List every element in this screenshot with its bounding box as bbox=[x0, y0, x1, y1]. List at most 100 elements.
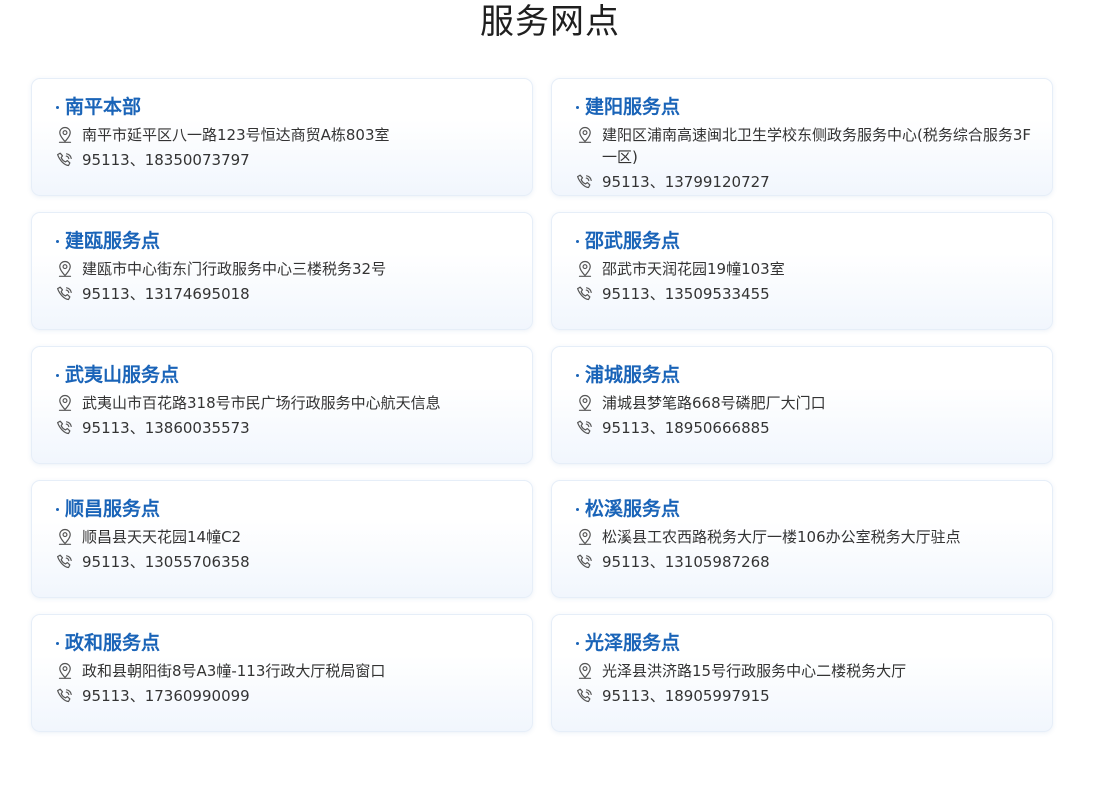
location-pin-icon bbox=[576, 528, 594, 546]
phone-text: 95113、13055706358 bbox=[82, 553, 250, 571]
address-text: 浦城县梦笔路668号磷肥厂大门口 bbox=[602, 394, 826, 412]
phone-row: 95113、13105987268 bbox=[576, 551, 1040, 573]
service-point-title: 建瓯服务点 bbox=[56, 228, 520, 254]
address-text: 武夷山市百花路318号市民广场行政服务中心航天信息 bbox=[82, 394, 441, 412]
phone-text: 95113、18950666885 bbox=[602, 419, 770, 437]
phone-row: 95113、13860035573 bbox=[56, 417, 520, 439]
bullet-dot bbox=[56, 105, 59, 109]
location-pin-icon bbox=[56, 126, 74, 144]
service-point-name: 浦城服务点 bbox=[585, 364, 681, 386]
address-text: 顺昌县天天花园14幢C2 bbox=[82, 528, 242, 546]
service-point-card[interactable]: 顺昌服务点 顺昌县天天花园14幢C2 95113、13055706358 bbox=[31, 480, 533, 598]
service-point-name: 邵武服务点 bbox=[585, 230, 681, 252]
service-point-name: 松溪服务点 bbox=[585, 498, 681, 520]
address-row: 建阳区浦南高速闽北卫生学校东侧政务服务中心(税务综合服务3F一区) bbox=[576, 124, 1040, 168]
bullet-dot bbox=[576, 373, 579, 377]
service-point-title: 武夷山服务点 bbox=[56, 362, 520, 388]
phone-text: 95113、13174695018 bbox=[82, 285, 250, 303]
phone-call-icon bbox=[576, 553, 594, 571]
service-point-card[interactable]: 松溪服务点 松溪县工农西路税务大厅一楼106办公室税务大厅驻点 95113、13… bbox=[551, 480, 1053, 598]
phone-text: 95113、18350073797 bbox=[82, 151, 250, 169]
phone-call-icon bbox=[56, 553, 74, 571]
location-pin-icon bbox=[56, 662, 74, 680]
service-points-page: 服务网点 南平本部 南平市延平区八一路123号恒达商贸A栋803室 95113、… bbox=[0, 0, 1100, 789]
service-point-name: 建瓯服务点 bbox=[65, 230, 161, 252]
phone-call-icon bbox=[56, 419, 74, 437]
service-point-name: 顺昌服务点 bbox=[65, 498, 161, 520]
service-point-name: 政和服务点 bbox=[65, 632, 161, 654]
bullet-dot bbox=[56, 507, 59, 511]
service-point-title: 建阳服务点 bbox=[576, 94, 1040, 120]
phone-text: 95113、13860035573 bbox=[82, 419, 250, 437]
bullet-dot bbox=[576, 507, 579, 511]
phone-text: 95113、18905997915 bbox=[602, 687, 770, 705]
phone-row: 95113、13174695018 bbox=[56, 283, 520, 305]
bullet-dot bbox=[56, 239, 59, 243]
phone-call-icon bbox=[576, 285, 594, 303]
service-point-title: 顺昌服务点 bbox=[56, 496, 520, 522]
location-pin-icon bbox=[56, 528, 74, 546]
address-text: 政和县朝阳街8号A3幢-113行政大厅税局窗口 bbox=[82, 662, 386, 680]
location-pin-icon bbox=[576, 260, 594, 278]
page-title: 服务网点 bbox=[480, 2, 620, 42]
service-point-card[interactable]: 光泽服务点 光泽县洪济路15号行政服务中心二楼税务大厅 95113、189059… bbox=[551, 614, 1053, 732]
phone-row: 95113、13509533455 bbox=[576, 283, 1040, 305]
phone-call-icon bbox=[576, 173, 594, 191]
phone-row: 95113、18905997915 bbox=[576, 685, 1040, 707]
address-row: 光泽县洪济路15号行政服务中心二楼税务大厅 bbox=[576, 660, 1040, 682]
address-row: 南平市延平区八一路123号恒达商贸A栋803室 bbox=[56, 124, 520, 146]
address-row: 武夷山市百花路318号市民广场行政服务中心航天信息 bbox=[56, 392, 520, 414]
address-text: 建瓯市中心街东门行政服务中心三楼税务32号 bbox=[82, 260, 387, 278]
address-row: 浦城县梦笔路668号磷肥厂大门口 bbox=[576, 392, 1040, 414]
phone-row: 95113、13055706358 bbox=[56, 551, 520, 573]
service-point-card[interactable]: 邵武服务点 邵武市天润花园19幢103室 95113、13509533455 bbox=[551, 212, 1053, 330]
location-pin-icon bbox=[576, 126, 594, 144]
bullet-dot bbox=[576, 239, 579, 243]
phone-call-icon bbox=[576, 419, 594, 437]
location-pin-icon bbox=[56, 260, 74, 278]
address-row: 松溪县工农西路税务大厅一楼106办公室税务大厅驻点 bbox=[576, 526, 1040, 548]
location-pin-icon bbox=[56, 394, 74, 412]
phone-row: 95113、18350073797 bbox=[56, 149, 520, 171]
service-point-title: 浦城服务点 bbox=[576, 362, 1040, 388]
service-point-grid: 南平本部 南平市延平区八一路123号恒达商贸A栋803室 95113、18350… bbox=[31, 78, 1053, 732]
service-point-card[interactable]: 浦城服务点 浦城县梦笔路668号磷肥厂大门口 95113、18950666885 bbox=[551, 346, 1053, 464]
bullet-dot bbox=[56, 373, 59, 377]
phone-call-icon bbox=[56, 687, 74, 705]
phone-call-icon bbox=[56, 151, 74, 169]
phone-row: 95113、17360990099 bbox=[56, 685, 520, 707]
phone-call-icon bbox=[56, 285, 74, 303]
phone-text: 95113、13799120727 bbox=[602, 173, 770, 191]
phone-text: 95113、13509533455 bbox=[602, 285, 770, 303]
service-point-name: 建阳服务点 bbox=[585, 96, 681, 118]
location-pin-icon bbox=[576, 662, 594, 680]
address-row: 政和县朝阳街8号A3幢-113行政大厅税局窗口 bbox=[56, 660, 520, 682]
bullet-dot bbox=[56, 641, 59, 645]
service-point-title: 松溪服务点 bbox=[576, 496, 1040, 522]
address-text: 南平市延平区八一路123号恒达商贸A栋803室 bbox=[82, 126, 390, 144]
service-point-card[interactable]: 武夷山服务点 武夷山市百花路318号市民广场行政服务中心航天信息 95113、1… bbox=[31, 346, 533, 464]
address-row: 邵武市天润花园19幢103室 bbox=[576, 258, 1040, 280]
phone-call-icon bbox=[576, 687, 594, 705]
address-text: 光泽县洪济路15号行政服务中心二楼税务大厅 bbox=[602, 662, 907, 680]
address-text: 建阳区浦南高速闽北卫生学校东侧政务服务中心(税务综合服务3F一区) bbox=[602, 126, 1032, 166]
address-row: 建瓯市中心街东门行政服务中心三楼税务32号 bbox=[56, 258, 520, 280]
address-text: 邵武市天润花园19幢103室 bbox=[602, 260, 785, 278]
service-point-title: 政和服务点 bbox=[56, 630, 520, 656]
location-pin-icon bbox=[576, 394, 594, 412]
service-point-name: 光泽服务点 bbox=[585, 632, 681, 654]
phone-row: 95113、18950666885 bbox=[576, 417, 1040, 439]
service-point-card[interactable]: 南平本部 南平市延平区八一路123号恒达商贸A栋803室 95113、18350… bbox=[31, 78, 533, 196]
address-text: 松溪县工农西路税务大厅一楼106办公室税务大厅驻点 bbox=[602, 528, 961, 546]
service-point-name: 武夷山服务点 bbox=[65, 364, 180, 386]
phone-text: 95113、13105987268 bbox=[602, 553, 770, 571]
phone-text: 95113、17360990099 bbox=[82, 687, 250, 705]
service-point-title: 邵武服务点 bbox=[576, 228, 1040, 254]
address-row: 顺昌县天天花园14幢C2 bbox=[56, 526, 520, 548]
service-point-card[interactable]: 建瓯服务点 建瓯市中心街东门行政服务中心三楼税务32号 95113、131746… bbox=[31, 212, 533, 330]
service-point-title: 南平本部 bbox=[56, 94, 520, 120]
service-point-name: 南平本部 bbox=[65, 96, 142, 118]
phone-row: 95113、13799120727 bbox=[576, 171, 1040, 193]
service-point-card[interactable]: 建阳服务点 建阳区浦南高速闽北卫生学校东侧政务服务中心(税务综合服务3F一区) … bbox=[551, 78, 1053, 196]
service-point-card[interactable]: 政和服务点 政和县朝阳街8号A3幢-113行政大厅税局窗口 95113、1736… bbox=[31, 614, 533, 732]
